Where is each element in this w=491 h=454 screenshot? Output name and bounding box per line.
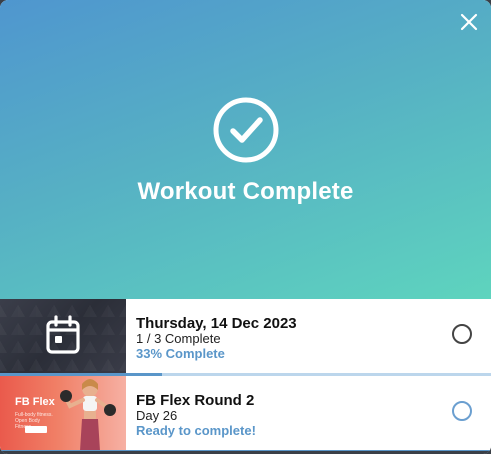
modal-title: Workout Complete	[137, 178, 354, 205]
check-circle-icon	[213, 97, 279, 163]
day-thumbnail	[0, 299, 126, 374]
calendar-icon	[46, 315, 80, 354]
trainer-figure-image	[60, 379, 116, 451]
item-title: Thursday, 14 Dec 2023	[136, 315, 297, 332]
complete-radio[interactable]	[452, 324, 472, 344]
workout-complete-modal: Workout Complete Thursday, 14 Dec 2023 1…	[0, 0, 491, 454]
list-item-workout[interactable]: FB Flex Full-body fitness. Open Body Fit…	[0, 376, 491, 451]
item-subtitle: Day 26	[136, 408, 178, 423]
item-status: Ready to complete!	[136, 423, 256, 438]
item-status: 33% Complete	[136, 346, 225, 361]
list-item-day[interactable]: Thursday, 14 Dec 2023 1 / 3 Complete 33%…	[0, 299, 491, 374]
workout-thumbnail: FB Flex Full-body fitness. Open Body Fit…	[0, 376, 126, 451]
close-icon[interactable]	[459, 12, 479, 32]
item-subtitle: 1 / 3 Complete	[136, 331, 221, 346]
promo-cta-graphic	[25, 426, 47, 433]
item-title: FB Flex Round 2	[136, 392, 255, 409]
promo-brand: FB Flex	[15, 396, 55, 408]
complete-radio[interactable]	[452, 401, 472, 421]
modal-hero: Workout Complete	[0, 0, 491, 299]
